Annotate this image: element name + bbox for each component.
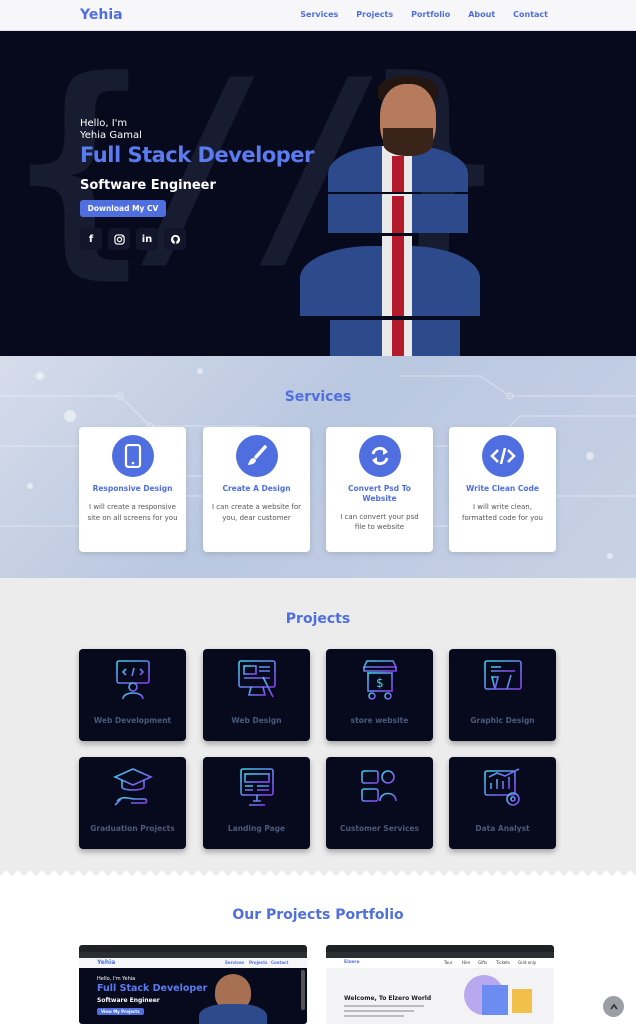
data-analyst-icon — [483, 768, 520, 806]
landing-page-icon — [239, 768, 274, 806]
service-card-clean-code[interactable]: Write Clean Code I will write clean, for… — [449, 427, 556, 552]
preview-text-line — [344, 1015, 404, 1017]
service-title: Responsive Design — [92, 484, 173, 493]
preview-brand: Yehia — [97, 959, 116, 966]
preview-illustration-block — [512, 989, 532, 1013]
nav-link-services[interactable]: Services — [300, 10, 338, 19]
web-development-icon — [112, 660, 153, 700]
github-icon[interactable] — [164, 228, 186, 250]
services-title: Services — [284, 389, 352, 405]
nav-link-portfolio[interactable]: Portfolio — [411, 10, 450, 19]
preview-nav: Yehia Services Projects Contact — [79, 958, 307, 968]
portfolio-preview-elzero-site[interactable]: Elzero Tour Hire Gifts Tickets Grid only… — [326, 945, 554, 1024]
linkedin-icon[interactable]: in — [136, 228, 158, 250]
service-description: I will create a responsive site on all s… — [87, 502, 178, 522]
project-label: Web Design — [231, 716, 282, 725]
portfolio-preview-portfolio-site[interactable]: Yehia Services Projects Contact Hello, I… — [79, 945, 307, 1024]
preview-text-line — [344, 1010, 414, 1012]
brush-icon — [235, 435, 278, 477]
preview-link: Grid only — [518, 960, 537, 965]
preview-heading: Welcome, To Elzero World — [344, 995, 432, 1002]
sync-icon — [358, 435, 401, 477]
preview-hero: Hello, I'm Yehia Full Stack Developer So… — [79, 968, 307, 1024]
hero-portrait-image — [300, 76, 480, 356]
hero-hello: Hello, I'm — [80, 118, 128, 129]
project-label: Customer Services — [340, 824, 419, 833]
preview-link: Hire — [462, 960, 471, 965]
service-card-convert-psd[interactable]: Convert Psd To Website I can convert you… — [326, 427, 433, 552]
project-card-store-website[interactable]: $ store website — [326, 649, 433, 741]
preview-link: Contact — [271, 960, 289, 965]
phone-icon — [111, 435, 154, 477]
preview-text-line — [344, 1005, 424, 1007]
service-card-create-a-design[interactable]: Create A Design I can create a website f… — [203, 427, 310, 552]
project-card-landing-page[interactable]: Landing Page — [203, 757, 310, 849]
project-label: store website — [350, 716, 409, 725]
code-icon — [481, 435, 524, 477]
project-label: Web Development — [93, 716, 172, 725]
service-description: I can convert your psd file to website — [340, 512, 419, 532]
project-label: Landing Page — [227, 824, 286, 833]
project-label: Graduation Projects — [90, 824, 175, 833]
project-label: Graphic Design — [470, 716, 535, 725]
hero-greeting: Hello, I'm Yehia Gamal — [80, 118, 142, 141]
service-title: Convert Psd To Website — [348, 484, 411, 503]
customer-services-icon — [360, 770, 400, 806]
social-links: f in — [80, 228, 186, 250]
preview-subrole: Software Engineer — [97, 997, 160, 1004]
project-card-customer-services[interactable]: Customer Services — [326, 757, 433, 849]
services-section: Services Responsive Design I will create… — [0, 356, 636, 578]
preview-link: Tickets — [496, 960, 510, 965]
browser-tab-bar — [79, 945, 307, 952]
zigzag-divider — [0, 870, 636, 882]
preview-portrait-suit — [199, 1004, 267, 1024]
project-label: Data Analyst — [475, 824, 530, 833]
nav-links: Services Projects Portfolio About Contac… — [300, 10, 548, 19]
preview-link: Tour — [444, 960, 453, 965]
hero-name: Yehia Gamal — [80, 129, 142, 141]
portfolio-title: Our Projects Portfolio — [232, 907, 404, 923]
web-design-icon — [237, 660, 276, 698]
brand-logo[interactable]: Yehia — [80, 7, 123, 23]
service-title: Write Clean Code — [466, 484, 539, 493]
hero-section: {//} Hello, I'm Yehia Gamal Full Stack D… — [0, 31, 636, 356]
nav-link-contact[interactable]: Contact — [513, 10, 548, 19]
preview-scrollbar — [301, 970, 305, 1010]
instagram-icon[interactable] — [108, 228, 130, 250]
preview-hello: Hello, I'm Yehia — [97, 976, 136, 982]
facebook-icon[interactable]: f — [80, 228, 102, 250]
project-card-graduation-projects[interactable]: Graduation Projects — [79, 757, 186, 849]
preview-illustration-building — [482, 985, 508, 1015]
service-card-responsive-design[interactable]: Responsive Design I will create a respon… — [79, 427, 186, 552]
svg-text:$: $ — [376, 676, 384, 690]
service-title: Create A Design — [222, 484, 291, 493]
preview-brand: Elzero — [344, 960, 360, 965]
service-description: I will write clean, formatted code for y… — [462, 502, 543, 522]
preview-link: Projects — [249, 960, 268, 965]
service-description: I can create a website for you, dear cus… — [211, 502, 302, 522]
store-icon: $ — [359, 660, 397, 700]
preview-role: Full Stack Developer — [97, 983, 208, 994]
scroll-to-top-button[interactable] — [603, 996, 624, 1017]
preview-button: View My Projects — [97, 1008, 144, 1015]
project-card-graphic-design[interactable]: Graphic Design — [449, 649, 556, 741]
nav-link-projects[interactable]: Projects — [356, 10, 393, 19]
project-card-web-design[interactable]: Web Design — [203, 649, 310, 741]
preview-link: Gifts — [478, 960, 488, 965]
top-navbar: Yehia Services Projects Portfolio About … — [0, 0, 636, 31]
hero-subrole: Software Engineer — [80, 178, 216, 193]
graphic-design-icon — [483, 660, 522, 698]
projects-section: Projects Web Development Web Design $ st… — [0, 578, 636, 878]
projects-title: Projects — [285, 611, 351, 627]
project-card-web-development[interactable]: Web Development — [79, 649, 186, 741]
preview-link: Services — [225, 960, 245, 965]
project-card-data-analyst[interactable]: Data Analyst — [449, 757, 556, 849]
preview-nav: Elzero Tour Hire Gifts Tickets Grid only — [326, 958, 554, 968]
browser-tab-bar — [326, 945, 554, 952]
download-cv-button[interactable]: Download My CV — [80, 200, 166, 217]
hero-role: Full Stack Developer — [80, 143, 314, 167]
portfolio-section: Our Projects Portfolio Yehia Services Pr… — [0, 870, 636, 1024]
nav-link-about[interactable]: About — [468, 10, 495, 19]
graduation-cap-icon — [112, 768, 153, 806]
